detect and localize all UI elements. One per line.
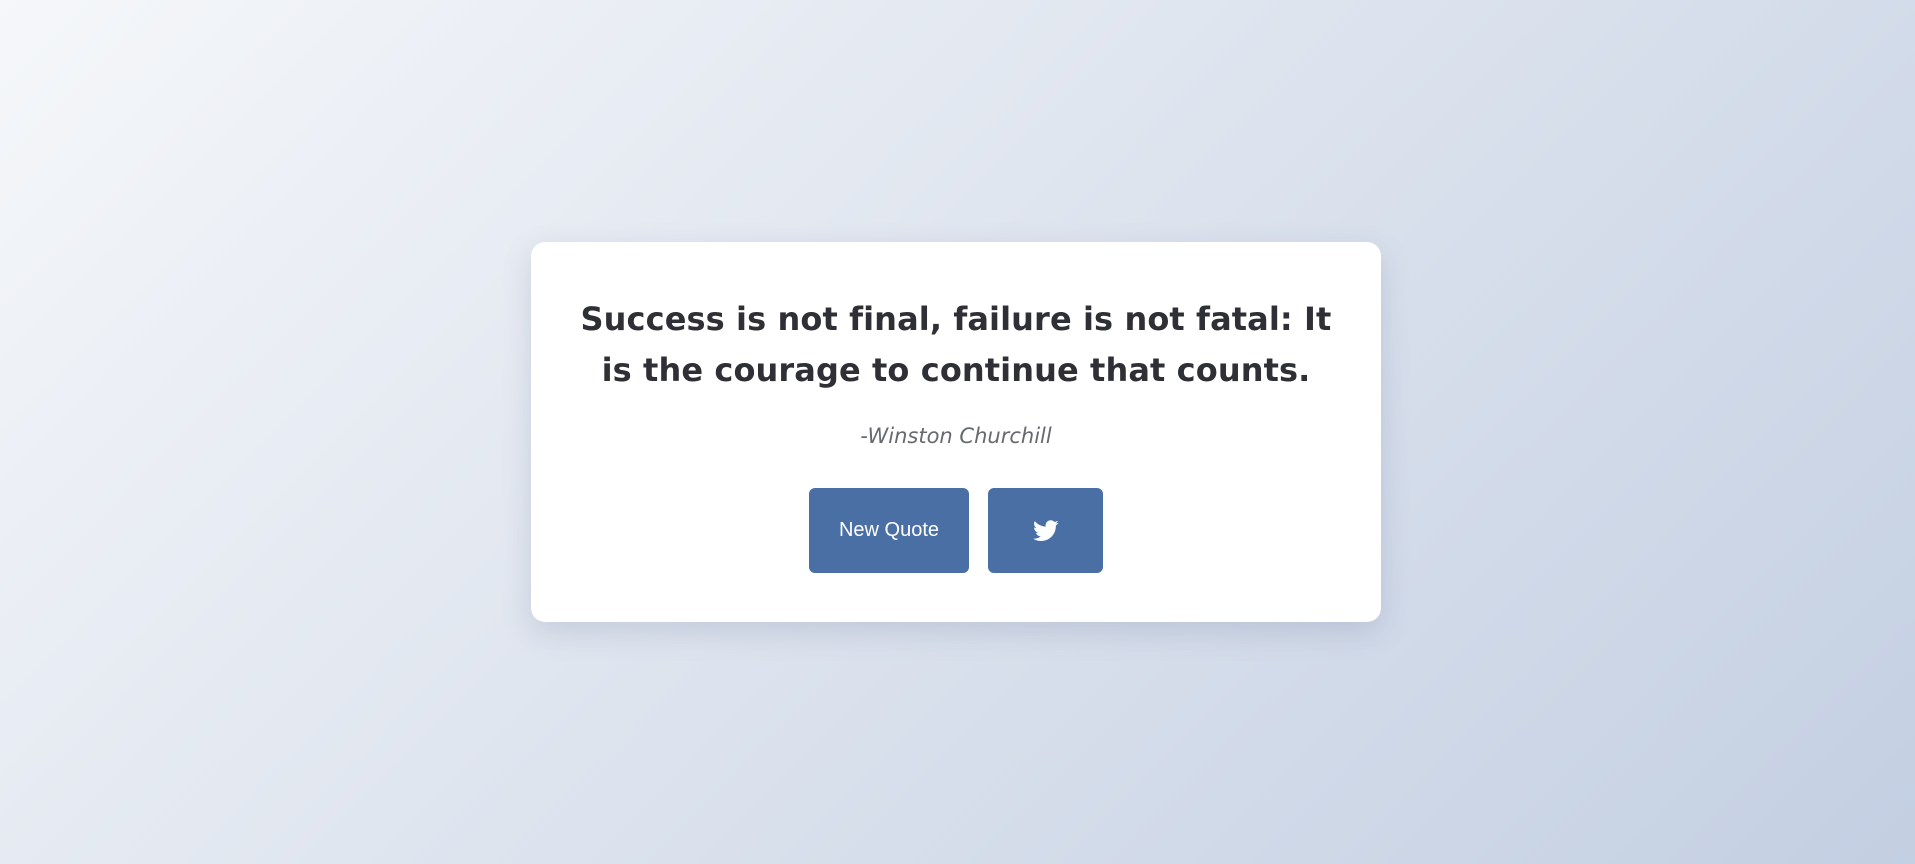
tweet-button[interactable]	[988, 488, 1103, 573]
button-row: New Quote	[571, 488, 1341, 573]
twitter-icon	[1032, 519, 1059, 542]
quote-author: -Winston Churchill	[860, 424, 1052, 448]
new-quote-button[interactable]: New Quote	[809, 488, 969, 573]
quote-text: Success is not final, failure is not fat…	[580, 300, 1332, 389]
quote-card: Success is not final, failure is not fat…	[531, 242, 1381, 622]
